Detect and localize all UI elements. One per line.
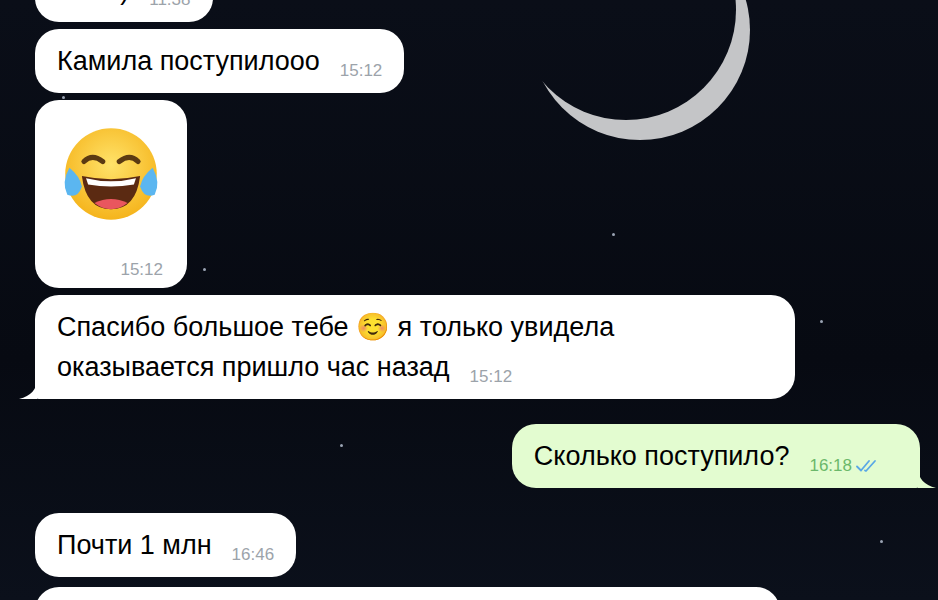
message-row: Сколько поступило? 16:18: [35, 424, 920, 488]
star-icon: [820, 320, 823, 323]
message-row: 15:12: [35, 100, 920, 288]
message-row: Спасибо большое тебе ☺️ я только увидела…: [35, 295, 920, 399]
star-icon: [203, 268, 206, 271]
message-bubble[interactable]: Камила поступилооо 15:12: [35, 29, 404, 93]
chat-screen: Окей)11:38Камила поступилооо15:1215:12Сп…: [0, 0, 938, 600]
message-meta: 16:46: [232, 545, 275, 565]
message-meta: 11:38: [149, 0, 190, 10]
message-time: 11:38: [149, 0, 190, 10]
message-text: Окей): [57, 0, 129, 5]
message-row: [35, 587, 920, 600]
message-row: Окей) 11:38: [35, 0, 920, 22]
message-text: Почти 1 млн: [57, 530, 212, 560]
message-bubble[interactable]: 15:12: [35, 100, 187, 288]
message-row: Почти 1 млн 16:46: [35, 513, 920, 577]
message-text: Камила поступилооо: [57, 46, 320, 76]
star-icon: [62, 96, 65, 99]
message-list: Окей)11:38Камила поступилооо15:1215:12Сп…: [0, 0, 938, 600]
message-time: 15:12: [470, 367, 513, 387]
laughing-emoji-icon: [59, 122, 163, 226]
message-bubble[interactable]: Сколько поступило? 16:18: [512, 424, 920, 488]
message-text: Спасибо большое тебе ☺️ я только увидела…: [57, 312, 622, 382]
message-bubble[interactable]: Почти 1 млн 16:46: [35, 513, 296, 577]
message-text: Сколько поступило?: [534, 441, 790, 471]
star-icon: [612, 233, 615, 236]
message-time: 16:46: [232, 545, 275, 565]
bubble-tail-icon: [918, 468, 936, 488]
double-check-icon: [856, 459, 880, 473]
message-bubble[interactable]: [35, 587, 780, 600]
moon-icon: [516, 0, 736, 120]
message-meta: 16:18: [809, 456, 880, 476]
star-icon: [340, 444, 343, 447]
star-icon: [880, 540, 883, 543]
message-meta: 15:12: [470, 367, 513, 387]
message-meta: 15:12: [340, 61, 383, 81]
message-bubble[interactable]: Спасибо большое тебе ☺️ я только увидела…: [35, 295, 795, 399]
bubble-tail-icon: [19, 379, 37, 399]
message-time: 15:12: [340, 61, 383, 81]
message-bubble[interactable]: Окей) 11:38: [35, 0, 213, 22]
message-time: 15:12: [120, 260, 163, 280]
message-row: Камила поступилооо 15:12: [35, 29, 920, 93]
message-time: 16:18: [809, 456, 852, 476]
